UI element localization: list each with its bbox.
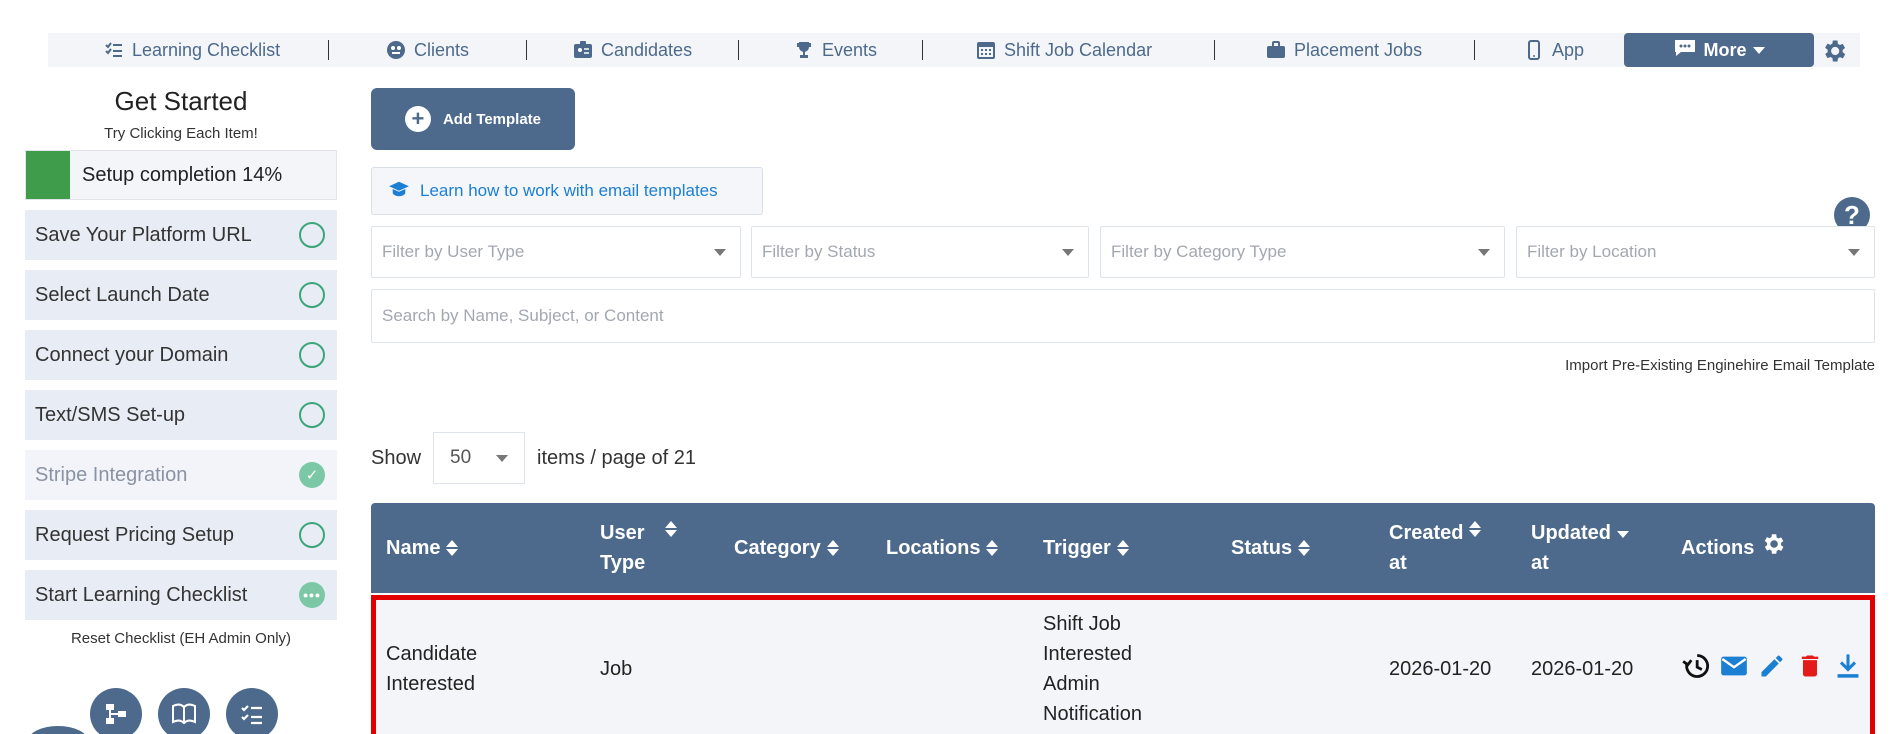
- incomplete-circle-icon: [299, 282, 325, 308]
- cell-name: Candidate Interested: [386, 643, 478, 695]
- sidebar-shortcuts: [90, 688, 278, 734]
- settings-gear-icon[interactable]: [1820, 37, 1848, 65]
- column-header-name[interactable]: Name: [386, 503, 459, 593]
- chat-icon: [1673, 38, 1697, 63]
- nav-app[interactable]: App: [1514, 33, 1594, 67]
- candidates-icon: [573, 40, 593, 60]
- sort-icon: [826, 540, 839, 556]
- checklist-item-learning[interactable]: Start Learning Checklist •••: [25, 570, 337, 620]
- chat-launcher-button[interactable]: [28, 726, 88, 734]
- sidebar-subtitle: Try Clicking Each Item!: [104, 125, 258, 142]
- calendar-icon: [976, 40, 996, 60]
- table-row[interactable]: Candidate Interested Job Shift Job Inter…: [371, 595, 1875, 734]
- incomplete-circle-icon: [299, 342, 325, 368]
- nav-events[interactable]: Events: [784, 33, 887, 67]
- nav-shift-job-calendar[interactable]: Shift Job Calendar: [966, 33, 1162, 67]
- column-header-status[interactable]: Status: [1231, 503, 1311, 593]
- delete-trash-icon[interactable]: [1796, 652, 1824, 686]
- clients-icon: [386, 40, 406, 60]
- items-per-page-select[interactable]: 50: [433, 432, 526, 484]
- pagination-controls: Show 50 items / page of 21: [371, 432, 696, 484]
- sort-icon: [1298, 540, 1311, 556]
- sort-icon: [1116, 540, 1129, 556]
- column-settings-gear-icon[interactable]: [1760, 531, 1786, 566]
- sort-icon: [665, 521, 678, 537]
- checklist-item-sms-setup[interactable]: Text/SMS Set-up: [25, 390, 337, 440]
- learn-email-templates-link[interactable]: Learn how to work with email templates: [371, 167, 763, 215]
- column-header-updated-at[interactable]: Updated at: [1531, 503, 1629, 593]
- import-template-link[interactable]: Import Pre-Existing Enginehire Email Tem…: [1565, 357, 1875, 374]
- checklist-item-pricing[interactable]: Request Pricing Setup: [25, 510, 337, 560]
- row-actions: [1682, 600, 1862, 734]
- column-header-actions: Actions: [1681, 503, 1786, 593]
- incomplete-circle-icon: [299, 402, 325, 428]
- column-header-user-type[interactable]: User Type: [600, 503, 678, 593]
- graduation-cap-icon: [388, 180, 410, 203]
- nav-placement-jobs[interactable]: Placement Jobs: [1256, 33, 1432, 67]
- nav-separator: [328, 40, 329, 60]
- edit-pencil-icon[interactable]: [1758, 652, 1786, 686]
- ellipsis-circle-icon: •••: [299, 582, 325, 608]
- check-circle-icon: ✓: [299, 462, 325, 488]
- checklist-item-connect-domain[interactable]: Connect your Domain: [25, 330, 337, 380]
- filter-status[interactable]: Filter by Status: [751, 226, 1089, 278]
- top-navigation: Learning Checklist Clients Candidates Ev…: [48, 33, 1860, 67]
- sort-descending-icon: [1617, 531, 1629, 538]
- nav-separator: [1474, 40, 1475, 60]
- cell-created-at: 2026-01-20: [1389, 658, 1492, 680]
- plus-circle-icon: +: [404, 106, 431, 132]
- checklist-item-platform-url[interactable]: Save Your Platform URL: [25, 210, 337, 260]
- completion-label: Setup completion 14%: [82, 163, 283, 186]
- nav-separator: [738, 40, 739, 60]
- setup-sidebar: Get Started Try Clicking Each Item! Setu…: [25, 86, 337, 647]
- column-header-locations[interactable]: Locations: [886, 503, 999, 593]
- checklist-item-launch-date[interactable]: Select Launch Date: [25, 270, 337, 320]
- column-header-trigger[interactable]: Trigger: [1043, 503, 1129, 593]
- filter-user-type[interactable]: Filter by User Type: [371, 226, 741, 278]
- cell-updated-at: 2026-01-20: [1531, 658, 1634, 680]
- chevron-down-icon: [714, 248, 726, 256]
- nav-clients[interactable]: Clients: [376, 33, 479, 67]
- cell-trigger: Shift Job Interested Admin Notification: [1043, 613, 1142, 725]
- nav-separator: [526, 40, 527, 60]
- incomplete-circle-icon: [299, 222, 325, 248]
- cell-user-type: Job: [600, 658, 633, 680]
- nav-learning-checklist[interactable]: Learning Checklist: [94, 33, 290, 67]
- sort-icon: [1469, 521, 1482, 537]
- column-header-category[interactable]: Category: [734, 503, 839, 593]
- chevron-down-icon: [1062, 248, 1074, 256]
- filter-location[interactable]: Filter by Location: [1516, 226, 1875, 278]
- book-icon[interactable]: [158, 688, 210, 734]
- chevron-down-icon: [1752, 46, 1765, 54]
- sort-icon: [986, 540, 999, 556]
- tasks-icon[interactable]: [226, 688, 278, 734]
- incomplete-circle-icon: [299, 522, 325, 548]
- setup-completion-bar: Setup completion 14%: [25, 150, 337, 200]
- reset-checklist-link[interactable]: Reset Checklist (EH Admin Only): [25, 630, 337, 647]
- column-header-created-at[interactable]: Created at: [1389, 503, 1482, 593]
- nav-separator: [1214, 40, 1215, 60]
- mobile-icon: [1524, 40, 1544, 60]
- chevron-down-icon: [1848, 248, 1860, 256]
- trophy-icon: [794, 40, 814, 60]
- more-menu-button[interactable]: More: [1624, 33, 1814, 67]
- download-icon[interactable]: [1834, 652, 1862, 686]
- sort-icon: [446, 540, 459, 556]
- nav-separator: [922, 40, 923, 60]
- checklist-item-stripe[interactable]: Stripe Integration ✓: [25, 450, 337, 500]
- template-search-input[interactable]: Search by Name, Subject, or Content: [371, 289, 1875, 343]
- sitemap-icon[interactable]: [90, 688, 142, 734]
- chevron-down-icon: [1478, 248, 1490, 256]
- email-icon[interactable]: [1720, 652, 1748, 686]
- briefcase-icon: [1266, 40, 1286, 60]
- history-icon[interactable]: [1682, 652, 1710, 686]
- checklist-icon: [104, 40, 124, 60]
- sidebar-title: Get Started: [114, 86, 248, 116]
- chevron-down-icon: [496, 454, 509, 462]
- completion-progress-fill: [26, 151, 70, 199]
- nav-candidates[interactable]: Candidates: [563, 33, 702, 67]
- templates-table-header: Name User Type Category Locations Trigge…: [371, 503, 1875, 593]
- add-template-button[interactable]: + Add Template: [371, 88, 575, 150]
- filter-category-type[interactable]: Filter by Category Type: [1100, 226, 1505, 278]
